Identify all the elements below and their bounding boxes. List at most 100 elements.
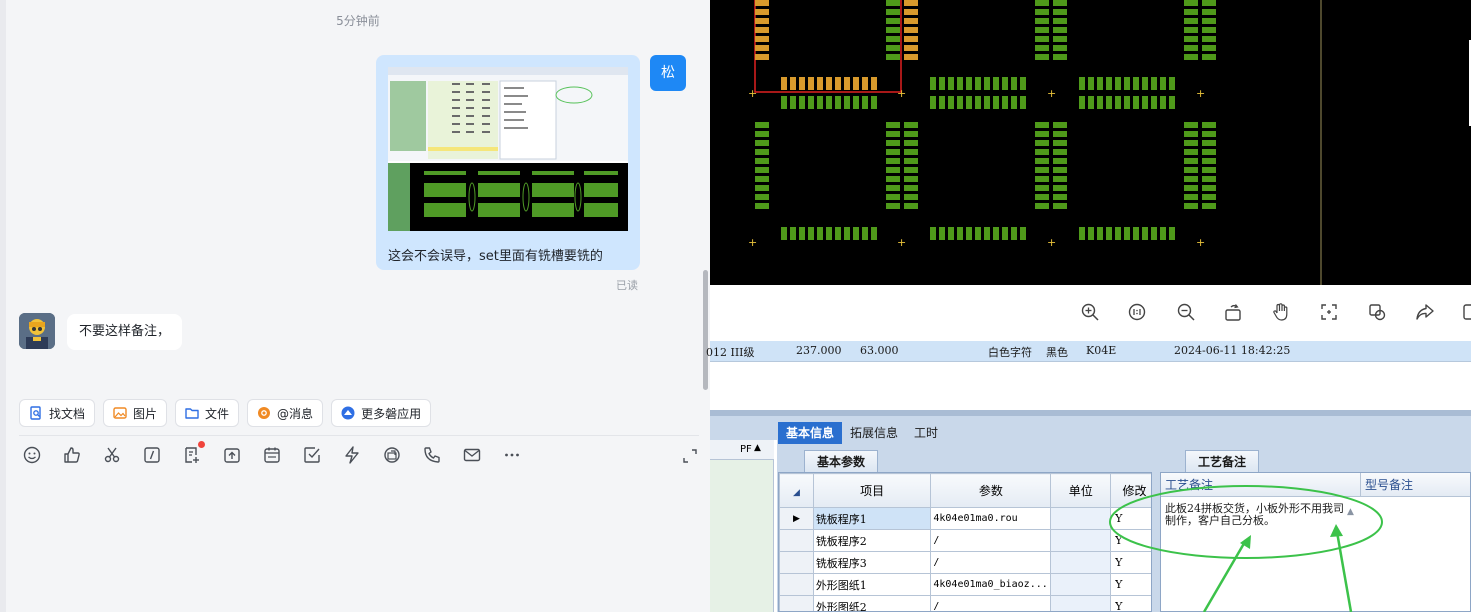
mention-button[interactable]: @消息 — [247, 399, 324, 427]
cad-pad — [853, 77, 859, 90]
scissors-icon[interactable] — [102, 444, 122, 466]
zoom-out-icon[interactable] — [1176, 302, 1196, 322]
process-notes-group-tab[interactable]: 工艺备注 — [1185, 450, 1260, 472]
param-unit-cell[interactable] — [1050, 507, 1112, 530]
tab-basic-info[interactable]: 基本信息 — [778, 422, 843, 444]
cad-pad — [1169, 77, 1175, 90]
cad-pad — [755, 36, 769, 42]
find-doc-button[interactable]: 找文档 — [19, 399, 96, 427]
more-icon[interactable] — [502, 444, 522, 466]
column-header-unit[interactable]: 单位 — [1050, 473, 1112, 508]
upload-icon[interactable] — [222, 444, 242, 466]
tab-work-hours[interactable]: 工时 — [906, 422, 946, 444]
contact-avatar[interactable] — [19, 313, 55, 349]
params-row[interactable]: 铣板程序3/ Y — [779, 551, 1151, 574]
param-unit-cell[interactable] — [1050, 595, 1112, 611]
more-apps-button[interactable]: 更多磐应用 — [331, 399, 432, 427]
record-silkscreen: 白色字符 — [988, 346, 1032, 359]
param-flag-cell[interactable]: Y — [1110, 551, 1151, 574]
param-item-cell[interactable]: 外形图纸1 — [812, 573, 932, 596]
my-message-bubble[interactable]: 这会不会误导，set里面有铣槽要铣的 — [376, 55, 640, 270]
cad-pad — [984, 96, 990, 109]
my-message-text[interactable]: 这会不会误导，set里面有铣槽要铣的 — [388, 245, 603, 264]
chat-scrollbar[interactable] — [703, 270, 708, 390]
share-icon[interactable] — [1415, 302, 1435, 322]
param-value-cell[interactable]: / — [930, 551, 1052, 574]
param-unit-cell[interactable] — [1050, 551, 1112, 574]
notes-add-icon[interactable] — [182, 441, 205, 466]
param-item-cell[interactable]: 铣板程序3 — [812, 551, 932, 574]
expand-input-icon[interactable] — [681, 447, 699, 465]
cad-pad — [1079, 96, 1085, 109]
param-unit-cell[interactable] — [1050, 529, 1112, 552]
row-indicator-header: ◢ — [779, 473, 814, 508]
contact-message-bubble[interactable]: 不要这样备注， — [67, 314, 183, 350]
row-selector[interactable] — [779, 529, 814, 552]
splitter-bar[interactable] — [710, 410, 1471, 416]
tab-extended-info[interactable]: 拓展信息 — [842, 422, 906, 444]
cad-pad — [966, 96, 972, 109]
file-button[interactable]: 文件 — [175, 399, 240, 427]
row-selector[interactable] — [779, 551, 814, 574]
params-row[interactable]: 铣板程序2/ Y — [779, 529, 1151, 552]
param-flag-cell[interactable]: Y — [1110, 529, 1151, 552]
basic-params-group-tab[interactable]: 基本参数 — [804, 450, 879, 472]
actual-size-icon[interactable] — [1127, 302, 1147, 322]
row-selector[interactable] — [779, 595, 814, 611]
param-item-cell[interactable]: 铣板程序1 — [812, 507, 932, 530]
checkbox-icon[interactable] — [302, 444, 322, 466]
cad-pad — [957, 227, 963, 240]
row-selector[interactable]: ▶ — [779, 507, 814, 530]
zoom-in-icon[interactable] — [1080, 302, 1100, 322]
lightning-icon[interactable] — [342, 444, 362, 466]
param-value-cell[interactable]: 4k04e01ma0.rou — [930, 507, 1052, 530]
params-row[interactable]: ▶ 铣板程序1 4k04e01ma0.rou Y — [779, 507, 1151, 530]
param-value-cell[interactable]: / — [930, 529, 1052, 552]
cad-pad — [993, 227, 999, 240]
copy-icon[interactable] — [1367, 302, 1387, 322]
rotate-icon[interactable] — [1223, 302, 1243, 322]
notes-column-header-model[interactable]: 型号备注 — [1361, 473, 1470, 497]
call-icon[interactable] — [422, 444, 442, 466]
thumbs-up-icon[interactable] — [62, 444, 82, 466]
params-row[interactable]: 外形图纸1 4k04e01ma0_biaoz... Y — [779, 573, 1151, 596]
cad-panel-view[interactable]: + + + + + + + + — [710, 0, 1471, 285]
cad-pad — [817, 227, 823, 240]
param-value-cell[interactable]: 4k04e01ma0_biaoz... — [930, 573, 1052, 596]
column-header-modify[interactable]: 修改 — [1110, 473, 1151, 508]
image-viewer: + + + + + + + + 012 III级 237.000 63.000 白色字符 黑色… — [706, 0, 1471, 612]
cad-pad — [799, 77, 805, 90]
hand-icon[interactable] — [1271, 302, 1291, 322]
param-flag-cell[interactable]: Y — [1110, 595, 1151, 611]
cad-pad — [790, 77, 796, 90]
param-value-cell[interactable]: / — [930, 595, 1052, 611]
param-item-cell[interactable]: 铣板程序2 — [812, 529, 932, 552]
row-selector[interactable] — [779, 573, 814, 596]
param-flag-cell[interactable]: Y — [1110, 507, 1151, 530]
cad-pad — [1160, 77, 1166, 90]
cad-pad — [826, 77, 832, 90]
column-header-item[interactable]: 项目 — [812, 473, 932, 508]
save-icon[interactable] — [1462, 302, 1471, 322]
my-avatar[interactable]: 松 — [650, 55, 686, 91]
param-flag-cell[interactable]: Y — [1110, 573, 1151, 596]
note-scroll-up-icon[interactable]: ▲ — [1347, 507, 1354, 517]
params-row[interactable]: 外形图纸2/ Y — [779, 595, 1151, 611]
notes-column-header-process[interactable]: 工艺备注 — [1161, 473, 1361, 497]
screen-share-icon[interactable] — [382, 444, 402, 466]
emoji-icon[interactable] — [22, 444, 42, 466]
crop-icon[interactable] — [1319, 302, 1339, 322]
slash-command-icon[interactable] — [142, 444, 162, 466]
image-button[interactable]: 图片 — [103, 399, 168, 427]
mail-icon[interactable] — [462, 444, 482, 466]
param-unit-cell[interactable] — [1050, 573, 1112, 596]
param-item-cell[interactable]: 外形图纸2 — [812, 595, 932, 611]
calendar-icon[interactable] — [262, 444, 282, 466]
cad-pad — [984, 77, 990, 90]
process-note-text[interactable]: 此板24拼板交货，小板外形不用我司制作，客户自己分板。 — [1165, 503, 1345, 527]
cad-pad — [1184, 140, 1198, 146]
selected-record-row[interactable]: 012 III级 237.000 63.000 白色字符 黑色 K04E 202… — [706, 341, 1471, 361]
sort-up-icon[interactable]: ▲ — [754, 443, 761, 453]
message-screenshot-image[interactable] — [388, 67, 628, 231]
column-header-param[interactable]: 参数 — [930, 473, 1052, 508]
